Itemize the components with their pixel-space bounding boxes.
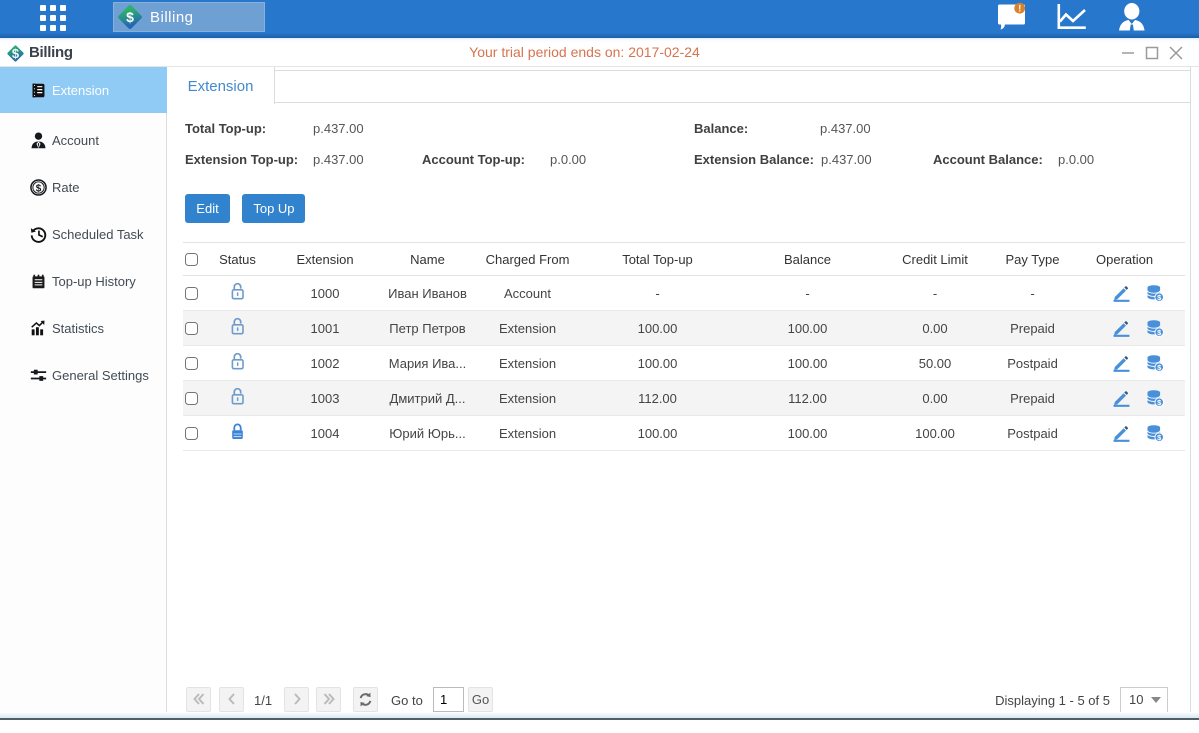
svg-text:$: $ [126,9,134,25]
svg-text:!: ! [1018,3,1021,13]
svg-text:$: $ [36,183,42,194]
